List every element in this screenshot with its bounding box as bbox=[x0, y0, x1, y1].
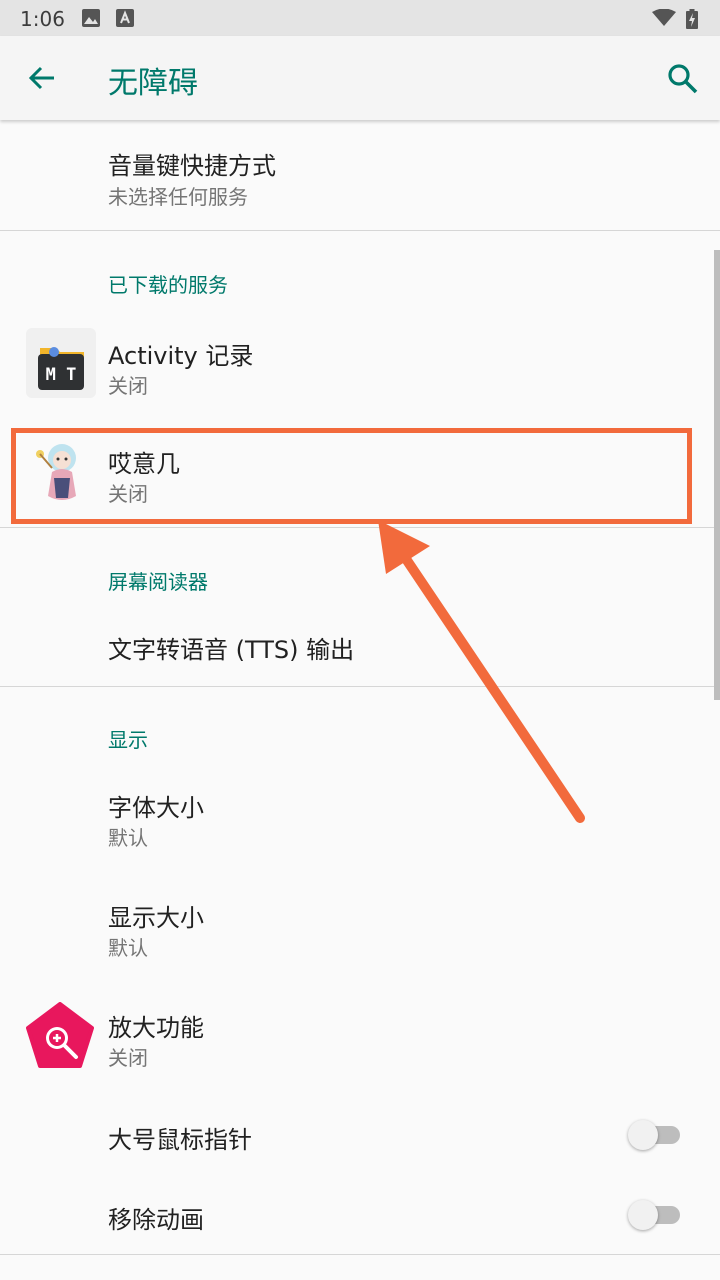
font-size-title: 字体大小 bbox=[108, 794, 204, 822]
downloaded-services-header: 已下载的服务 bbox=[108, 273, 228, 297]
app-bar: 无障碍 bbox=[0, 36, 720, 120]
battery-charging-icon bbox=[686, 9, 698, 29]
magnification-item[interactable]: 放大功能 关闭 bbox=[0, 986, 720, 1094]
magnification-icon bbox=[26, 1002, 94, 1070]
service-title: Activity 记录 bbox=[108, 342, 254, 370]
scrollbar[interactable] bbox=[714, 250, 720, 700]
font-size-summary: 默认 bbox=[108, 826, 148, 850]
status-bar: 1:06 bbox=[0, 0, 720, 36]
tts-title: 文字转语音 (TTS) 输出 bbox=[108, 636, 355, 664]
service-item-activity-log[interactable]: M T Activity 记录 关闭 bbox=[0, 318, 720, 418]
annotation-arrow-icon bbox=[370, 512, 600, 830]
highlight-box bbox=[11, 428, 692, 524]
divider bbox=[0, 686, 720, 687]
divider bbox=[0, 1254, 720, 1255]
magnification-summary: 关闭 bbox=[108, 1046, 148, 1070]
svg-text:M T: M T bbox=[46, 365, 77, 385]
wifi-icon bbox=[652, 9, 676, 27]
magnification-title: 放大功能 bbox=[108, 1014, 204, 1042]
remove-animations-title: 移除动画 bbox=[108, 1206, 204, 1234]
status-time: 1:06 bbox=[20, 7, 65, 31]
shortcut-summary: 未选择任何服务 bbox=[108, 185, 248, 209]
large-pointer-toggle[interactable] bbox=[628, 1118, 682, 1150]
toggle-thumb bbox=[628, 1200, 658, 1230]
large-pointer-title: 大号鼠标指针 bbox=[108, 1126, 252, 1154]
search-icon[interactable] bbox=[666, 62, 700, 96]
remove-animations-item[interactable]: 移除动画 bbox=[0, 1176, 720, 1254]
divider bbox=[0, 527, 720, 528]
mt-manager-icon: M T bbox=[26, 328, 96, 398]
screen-reader-header: 屏幕阅读器 bbox=[108, 570, 208, 594]
font-notification-icon bbox=[116, 9, 134, 27]
tts-output-item[interactable]: 文字转语音 (TTS) 输出 bbox=[0, 606, 720, 686]
volume-key-shortcut-item[interactable]: 音量键快捷方式 未选择任何服务 bbox=[0, 122, 720, 230]
display-header: 显示 bbox=[108, 728, 148, 752]
image-notification-icon bbox=[82, 9, 100, 27]
toggle-thumb bbox=[628, 1120, 658, 1150]
display-size-title: 显示大小 bbox=[108, 904, 204, 932]
remove-animations-toggle[interactable] bbox=[628, 1198, 682, 1230]
back-arrow-icon[interactable] bbox=[26, 62, 58, 94]
font-size-item[interactable]: 字体大小 默认 bbox=[0, 766, 720, 874]
shortcut-title: 音量键快捷方式 bbox=[108, 152, 276, 180]
page-title: 无障碍 bbox=[108, 66, 198, 101]
service-summary: 关闭 bbox=[108, 374, 148, 398]
display-size-summary: 默认 bbox=[108, 936, 148, 960]
divider bbox=[0, 230, 720, 231]
display-size-item[interactable]: 显示大小 默认 bbox=[0, 876, 720, 984]
large-pointer-item[interactable]: 大号鼠标指针 bbox=[0, 1096, 720, 1176]
